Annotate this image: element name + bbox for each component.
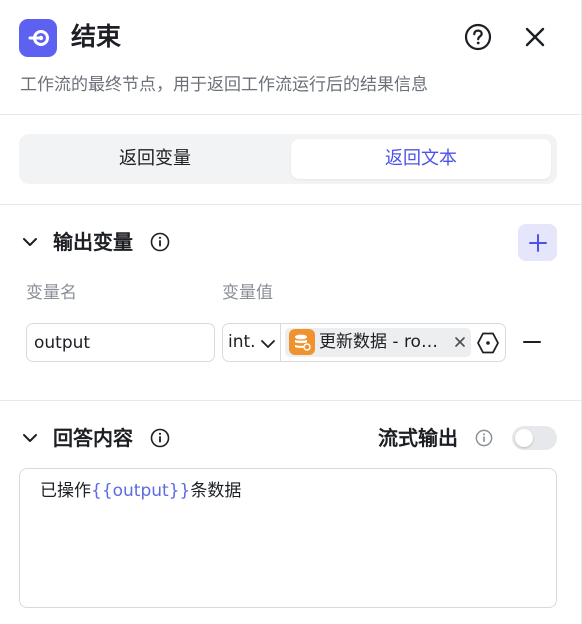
answer-content-editor[interactable]: 已操作{{output}}条数据	[19, 468, 557, 608]
tab-return-variables[interactable]: 返回变量	[24, 139, 286, 179]
panel-description: 工作流的最终节点，用于返回工作流运行后的结果信息	[20, 75, 428, 95]
panel-header: 结束 工作流的最终节点，用于返回工作流运行后的结果信息	[0, 0, 582, 114]
remove-reference-icon[interactable]	[453, 333, 467, 351]
output-section-header: 输出变量	[0, 222, 582, 262]
type-select[interactable]: int.	[223, 324, 281, 361]
chevron-down-icon[interactable]	[22, 234, 38, 250]
close-icon[interactable]	[520, 22, 550, 52]
chevron-down-icon[interactable]	[22, 430, 38, 446]
column-label-name: 变量名	[26, 283, 77, 303]
variable-reference-tag[interactable]: 更新数据 - rowsAffected	[285, 328, 471, 357]
divider	[0, 400, 582, 401]
info-icon[interactable]	[150, 232, 170, 252]
answer-section-header: 回答内容	[0, 418, 582, 458]
panel-title: 结束	[71, 22, 122, 51]
stream-output-toggle[interactable]	[512, 426, 557, 450]
variable-name-input[interactable]	[26, 323, 215, 362]
info-icon[interactable]	[150, 428, 170, 448]
answer-text-prefix: 已操作	[40, 481, 91, 501]
answer-variable-token: {{output}}	[91, 481, 191, 501]
toggle-knob	[515, 429, 533, 447]
end-node-panel: 结束 工作流的最终节点，用于返回工作流运行后的结果信息 返回变量 返回文本 输出…	[0, 0, 582, 624]
add-variable-button[interactable]	[518, 224, 557, 261]
variable-picker-icon[interactable]	[475, 330, 501, 356]
info-icon[interactable]	[475, 429, 493, 447]
divider	[0, 114, 582, 115]
variable-reference-label: 更新数据 - rowsAffected	[319, 332, 445, 352]
output-section-title: 输出变量	[53, 230, 133, 254]
answer-text-suffix: 条数据	[190, 481, 242, 501]
chevron-down-icon	[260, 336, 276, 350]
type-select-value: int.	[228, 332, 256, 352]
variable-value-field: int. 更新数据 - rowsAffected	[222, 323, 506, 362]
end-node-icon	[19, 19, 57, 57]
tab-return-text[interactable]: 返回文本	[291, 139, 551, 179]
column-label-value: 变量值	[222, 283, 273, 303]
divider	[0, 204, 582, 205]
database-icon	[289, 329, 315, 355]
stream-output-label: 流式输出	[378, 426, 458, 450]
answer-section-title: 回答内容	[53, 426, 133, 450]
help-icon[interactable]	[463, 22, 493, 52]
mode-tabs: 返回变量 返回文本	[19, 134, 557, 184]
remove-variable-button[interactable]	[519, 330, 545, 354]
